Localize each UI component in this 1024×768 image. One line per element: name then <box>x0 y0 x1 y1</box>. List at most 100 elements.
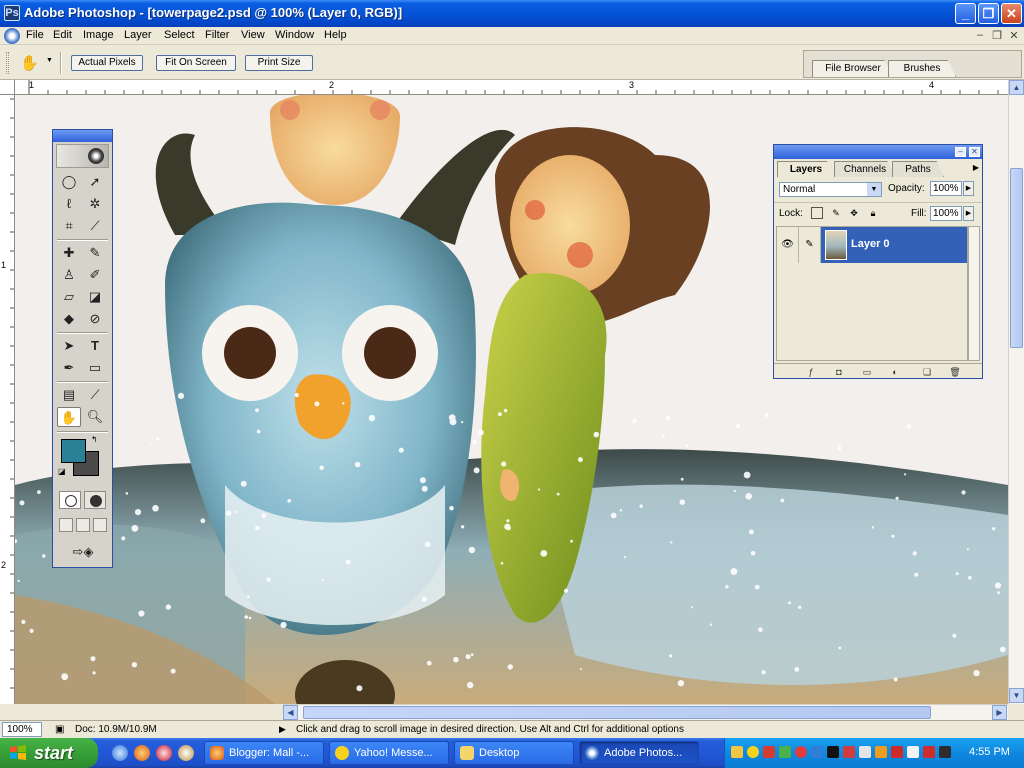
opacity-slider-arrow-icon[interactable]: ▶ <box>963 181 974 196</box>
quick-mask-mode-button[interactable] <box>84 491 106 509</box>
slice-tool-icon[interactable]: ⟋ <box>83 216 107 236</box>
chevron-down-icon[interactable]: ▼ <box>867 183 881 196</box>
task-blogger[interactable]: Blogger: Mall -... <box>204 741 324 765</box>
palette-menu-arrow-icon[interactable]: ▶ <box>973 163 979 172</box>
layer-row[interactable]: 👁︎ ✎ Layer 0 <box>777 227 967 263</box>
vertical-scrollbar[interactable]: ▲ ▼ <box>1008 80 1024 704</box>
brush-tool-icon[interactable]: ✎ <box>83 243 107 263</box>
options-grip[interactable] <box>6 52 9 74</box>
tray-icon[interactable] <box>731 746 743 758</box>
marquee-tool-icon[interactable]: ◯ <box>57 172 81 192</box>
lock-image-icon[interactable]: ✎ <box>830 207 842 219</box>
preset-dropdown-icon[interactable]: ▼ <box>46 57 53 64</box>
path-selection-tool-icon[interactable]: ➤ <box>57 336 81 356</box>
tray-icon[interactable] <box>795 746 807 758</box>
minimize-button[interactable]: _ <box>955 3 976 24</box>
menu-edit[interactable]: Edit <box>53 29 72 41</box>
close-button[interactable]: ✕ <box>1001 3 1022 24</box>
lasso-tool-icon[interactable]: ℓ <box>57 194 81 214</box>
history-brush-tool-icon[interactable]: ✐ <box>83 265 107 285</box>
photoshop-app-icon[interactable]: Ps <box>4 5 20 21</box>
tray-icon[interactable] <box>843 746 855 758</box>
menu-select[interactable]: Select <box>164 29 195 41</box>
magic-wand-tool-icon[interactable]: ✲ <box>83 194 107 214</box>
menu-view[interactable]: View <box>241 29 265 41</box>
fill-field[interactable]: 100% <box>930 206 962 221</box>
default-colors-icon[interactable]: ◪ <box>58 467 66 476</box>
menu-window[interactable]: Window <box>275 29 314 41</box>
tab-channels[interactable]: Channels <box>834 161 896 177</box>
paint-bucket-tool-icon[interactable]: ◪ <box>83 287 107 307</box>
lock-transparency-icon[interactable] <box>811 207 823 219</box>
actual-pixels-button[interactable]: Actual Pixels <box>71 55 143 71</box>
fit-on-screen-button[interactable]: Fit On Screen <box>156 55 236 71</box>
opacity-field[interactable]: 100% <box>930 181 962 196</box>
vertical-scroll-thumb[interactable] <box>1010 168 1023 348</box>
crop-tool-icon[interactable]: ⌗ <box>57 216 81 236</box>
tray-icon[interactable] <box>891 746 903 758</box>
horizontal-scrollbar[interactable]: ◀ ▶ <box>283 704 1008 720</box>
start-button[interactable]: start <box>0 738 98 768</box>
tray-icon[interactable] <box>747 746 759 758</box>
tab-file-browser[interactable]: File Browser <box>812 60 894 77</box>
adobe-online-icon[interactable] <box>56 144 109 168</box>
maximize-button[interactable]: ❐ <box>978 3 999 24</box>
scroll-right-icon[interactable]: ▶ <box>992 705 1007 720</box>
task-yahoo-messenger[interactable]: Yahoo! Messe... <box>329 741 449 765</box>
document-info-icon[interactable]: ▣ <box>55 724 64 735</box>
tools-palette-titlebar[interactable] <box>53 130 112 142</box>
layer-brush-icon[interactable]: ✎ <box>799 227 821 263</box>
healing-brush-tool-icon[interactable]: ✚ <box>57 243 81 263</box>
foreground-color-swatch[interactable] <box>61 439 86 463</box>
status-menu-arrow-icon[interactable]: ▶ <box>279 724 286 735</box>
tray-icon[interactable] <box>875 746 887 758</box>
blend-mode-select[interactable]: Normal ▼ <box>779 182 882 197</box>
hand-tool-icon[interactable]: ✋ <box>57 407 81 427</box>
tray-icon[interactable] <box>923 746 935 758</box>
vertical-ruler[interactable]: 1 2 <box>0 80 15 704</box>
blur-tool-icon[interactable]: ◆ <box>57 309 81 329</box>
fill-slider-arrow-icon[interactable]: ▶ <box>963 206 974 221</box>
new-layer-icon[interactable]: ❏ <box>920 366 934 378</box>
tray-icon[interactable] <box>859 746 871 758</box>
doc-close-icon[interactable]: ✕ <box>1006 29 1022 43</box>
adjustment-layer-icon[interactable]: ◐ <box>888 366 902 378</box>
swap-colors-icon[interactable]: ↰ <box>91 435 98 444</box>
selected-layer[interactable]: Layer 0 <box>821 227 967 263</box>
scroll-down-icon[interactable]: ▼ <box>1009 688 1024 703</box>
doc-minimize-icon[interactable]: – <box>972 29 988 43</box>
tray-icon[interactable] <box>763 746 775 758</box>
tray-icon[interactable] <box>811 746 823 758</box>
menu-layer[interactable]: Layer <box>124 29 152 41</box>
horizontal-ruler[interactable]: 1 2 3 4 <box>15 80 1008 95</box>
tray-icon[interactable] <box>907 746 919 758</box>
type-tool-icon[interactable]: T <box>83 336 107 356</box>
layer-list-scrollbar[interactable] <box>968 226 980 361</box>
tray-icon[interactable] <box>939 746 951 758</box>
quicklaunch-app-icon[interactable] <box>178 745 194 761</box>
quicklaunch-ie-icon[interactable] <box>112 745 128 761</box>
zoom-tool-icon[interactable]: 🔍︎ <box>83 407 107 427</box>
tab-paths[interactable]: Paths <box>892 161 944 177</box>
full-screen-mode-icon[interactable] <box>93 518 107 532</box>
full-screen-menu-mode-icon[interactable] <box>76 518 90 532</box>
trash-icon[interactable]: 🗑︎ <box>948 366 962 378</box>
layer-style-icon[interactable]: ƒ <box>804 366 818 378</box>
tab-brushes[interactable]: Brushes <box>888 60 956 77</box>
menu-file[interactable]: File <box>26 29 44 41</box>
palette-minimize-icon[interactable]: – <box>955 147 966 157</box>
lock-position-icon[interactable]: ✥ <box>848 207 860 219</box>
lock-all-icon[interactable]: 🔒︎ <box>867 207 879 219</box>
move-tool-icon[interactable]: ➚ <box>83 172 107 192</box>
document-icon[interactable] <box>4 28 20 44</box>
dodge-tool-icon[interactable]: ⊘ <box>83 309 107 329</box>
quicklaunch-opera-icon[interactable] <box>156 745 172 761</box>
clone-stamp-tool-icon[interactable]: ♙ <box>57 265 81 285</box>
visibility-eye-icon[interactable]: 👁︎ <box>777 227 799 263</box>
menu-help[interactable]: Help <box>324 29 347 41</box>
layers-palette-titlebar[interactable]: – ✕ <box>774 145 982 159</box>
doc-restore-icon[interactable]: ❐ <box>989 29 1005 43</box>
quicklaunch-firefox-icon[interactable] <box>134 745 150 761</box>
jump-to-imageready-icon[interactable]: ⇨◈ <box>59 542 107 562</box>
layer-set-folder-icon[interactable]: ▭ <box>860 366 874 378</box>
